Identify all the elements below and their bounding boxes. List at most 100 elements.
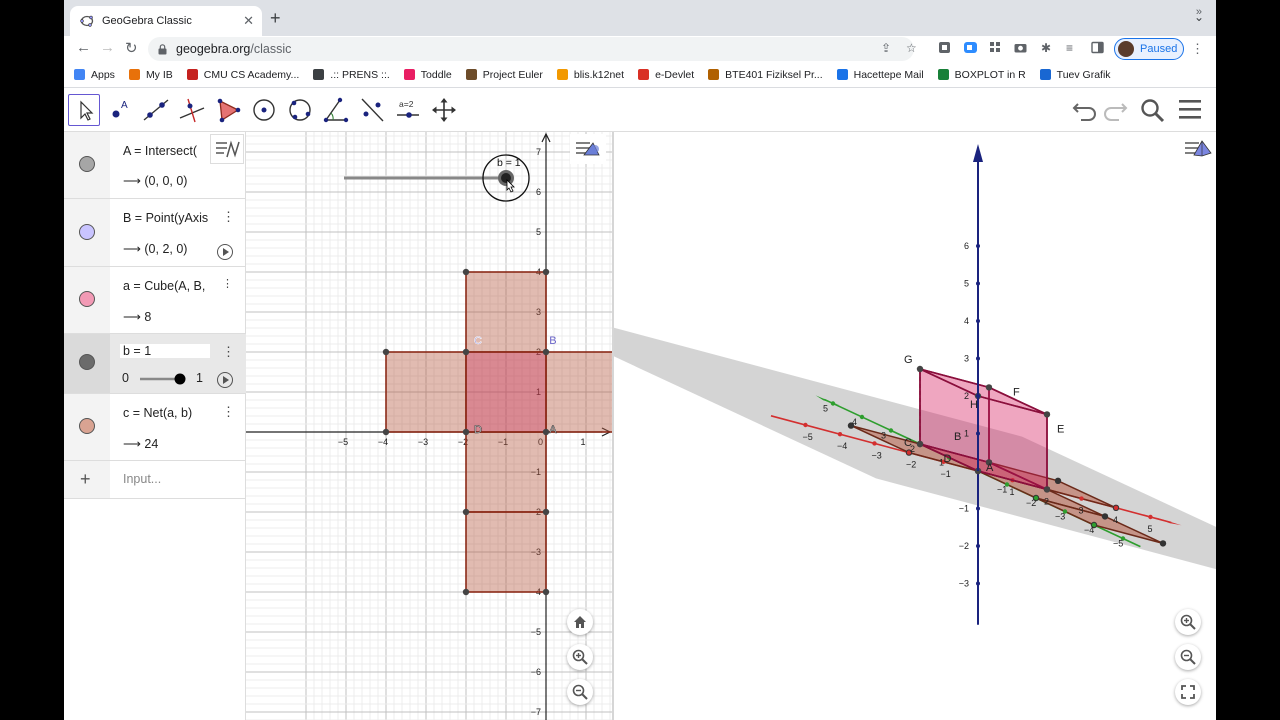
profile-paused-button[interactable]: Paused bbox=[1114, 38, 1184, 60]
visibility-toggle[interactable] bbox=[64, 199, 110, 266]
zoom-extension-icon[interactable] bbox=[964, 41, 977, 54]
object-definition[interactable]: B = Point(yAxis bbox=[123, 211, 217, 225]
net-vertex bbox=[462, 268, 470, 276]
algebra-row-slider-b[interactable]: b = 1 ⋮ 0 1 bbox=[64, 334, 246, 394]
circle-three-points-tool-button[interactable] bbox=[284, 94, 316, 126]
more-options-icon[interactable]: ⋮ bbox=[222, 404, 235, 420]
zoom-out-3d-button[interactable] bbox=[1175, 644, 1201, 670]
search-icon[interactable] bbox=[1140, 98, 1166, 124]
algebra-input-row[interactable]: + Input... bbox=[64, 461, 246, 499]
share-icon[interactable]: ⇪ bbox=[881, 41, 891, 55]
graphics-view-2d[interactable]: −5−4−3−2−10127654321−1−2−3−4−5−6−7CBDAb … bbox=[246, 132, 657, 720]
forward-arrow-icon[interactable]: → bbox=[100, 39, 115, 56]
object-color-dot[interactable] bbox=[79, 156, 95, 172]
visibility-toggle[interactable] bbox=[64, 267, 110, 333]
zoom-out-icon bbox=[1180, 649, 1196, 665]
x-tick-label: −3 bbox=[418, 437, 428, 447]
bookmark-item[interactable]: Toddle bbox=[403, 68, 452, 81]
object-color-dot[interactable] bbox=[79, 224, 95, 240]
graphics-3d-canvas[interactable]: −5−4−3−2−112345−5−4−3−2−112345654321−1−2… bbox=[614, 132, 1216, 720]
more-options-icon[interactable]: ⋮ bbox=[222, 277, 233, 290]
geogebra-favicon-icon bbox=[80, 15, 94, 27]
camera-extension-icon[interactable] bbox=[1014, 41, 1027, 54]
browser-menu-icon[interactable]: ⋮ bbox=[1191, 41, 1204, 57]
graphics-3d-style-bar-toggle[interactable] bbox=[1180, 134, 1216, 164]
algebra-slider[interactable] bbox=[138, 372, 188, 386]
side-panel-icon[interactable] bbox=[1091, 41, 1104, 54]
new-tab-icon[interactable]: + bbox=[270, 8, 281, 29]
standard-view-button[interactable] bbox=[567, 609, 593, 635]
x-tick-mark-3d bbox=[803, 422, 808, 428]
bookmark-item[interactable]: CMU CS Academy... bbox=[186, 69, 299, 81]
algebra-style-toggle-button[interactable] bbox=[210, 134, 244, 164]
bookmark-item[interactable]: Project Euler bbox=[465, 69, 543, 81]
add-object-area[interactable]: + bbox=[64, 461, 110, 498]
input-field[interactable]: Input... bbox=[123, 472, 235, 486]
bookmark-label: Tuev Grafik bbox=[1056, 68, 1111, 81]
object-definition[interactable]: b = 1 bbox=[120, 344, 210, 358]
z-tick-label-3d: −3 bbox=[959, 579, 969, 589]
visibility-toggle[interactable] bbox=[64, 132, 110, 198]
object-color-dot[interactable] bbox=[79, 354, 95, 370]
back-arrow-icon[interactable]: ← bbox=[76, 39, 91, 56]
bookmark-item[interactable]: blis.k12net bbox=[556, 69, 624, 81]
object-color-dot[interactable] bbox=[79, 291, 95, 307]
net-vertex bbox=[382, 428, 390, 436]
zoom-out-2d-button[interactable] bbox=[567, 679, 593, 705]
move-graphics-view-tool-button[interactable] bbox=[428, 94, 460, 126]
extension-grid-icon[interactable] bbox=[989, 41, 1002, 54]
bookmark-item[interactable]: e-Devlet bbox=[638, 69, 694, 81]
bookmark-item[interactable]: BTE401 Fiziksel Pr... bbox=[708, 69, 823, 81]
slider-tool-button[interactable]: a=2 bbox=[392, 94, 424, 126]
browser-tab[interactable]: GeoGebra Classic ✕ bbox=[70, 6, 262, 36]
algebra-row-B[interactable]: B = Point(yAxis ⋮ ⟶ (0, 2, 0) bbox=[64, 199, 246, 267]
algebra-row-c[interactable]: c = Net(a, b) ⋮ ⟶ 24 bbox=[64, 394, 246, 461]
reading-list-icon[interactable]: ≡ bbox=[1066, 41, 1073, 55]
point-tool-button[interactable]: A bbox=[104, 94, 136, 126]
algebra-row-a[interactable]: a = Cube(A, B, ⋮ ⟶ 8 bbox=[64, 267, 246, 334]
graphics-2d-canvas[interactable]: −5−4−3−2−10127654321−1−2−3−4−5−6−7CBDAb … bbox=[246, 132, 612, 720]
bookmark-item[interactable]: Tuev Grafik bbox=[1039, 68, 1111, 81]
object-definition[interactable]: c = Net(a, b) bbox=[123, 406, 217, 420]
x-tick-label-3d: 3 bbox=[1079, 506, 1084, 516]
circle-center-point-tool-button[interactable] bbox=[248, 94, 280, 126]
move-tool-button[interactable] bbox=[68, 94, 100, 126]
polygon-tool-button[interactable] bbox=[212, 94, 244, 126]
angle-tool-button[interactable] bbox=[320, 94, 352, 126]
bookmark-favicon-icon bbox=[836, 69, 848, 80]
reflect-tool-button[interactable] bbox=[356, 94, 388, 126]
bookmark-item[interactable]: .:: PRENS ::. bbox=[313, 69, 390, 81]
reload-icon[interactable]: ↻ bbox=[125, 39, 138, 57]
perpendicular-line-tool-button[interactable] bbox=[176, 94, 208, 126]
visibility-toggle[interactable] bbox=[64, 394, 110, 460]
play-animation-icon[interactable] bbox=[217, 372, 233, 388]
graphics-2d-style-bar-toggle[interactable] bbox=[570, 134, 606, 164]
object-definition[interactable]: a = Cube(A, B, bbox=[123, 279, 221, 293]
visibility-toggle[interactable] bbox=[64, 334, 110, 393]
redo-icon[interactable] bbox=[1102, 98, 1128, 122]
line-tool-button[interactable] bbox=[140, 94, 172, 126]
more-options-icon[interactable]: ⋮ bbox=[222, 344, 235, 360]
bookmark-label: Toddle bbox=[420, 68, 452, 81]
close-tab-icon[interactable]: ✕ bbox=[243, 13, 254, 29]
bookmark-item[interactable]: Apps bbox=[74, 69, 115, 81]
plus-icon[interactable]: + bbox=[80, 469, 91, 490]
zoom-in-2d-button[interactable] bbox=[567, 644, 593, 670]
undo-icon[interactable] bbox=[1072, 98, 1098, 122]
y-tick-label: 6 bbox=[536, 187, 541, 197]
more-options-icon[interactable]: ⋮ bbox=[222, 209, 235, 225]
hamburger-menu-icon[interactable] bbox=[1178, 98, 1202, 120]
bookmark-star-icon[interactable]: ☆ bbox=[906, 41, 917, 55]
fullscreen-button[interactable] bbox=[1175, 679, 1201, 705]
bookmark-item[interactable]: My IB bbox=[128, 69, 173, 81]
graphics-view-3d[interactable]: −5 −4 −3 −2 −1 1 2 3 4 5 −5 −4 −3 −2 −1 1 2 3 4 5 6 5 4 3 2 1 −1 −2… bbox=[614, 132, 1216, 720]
object-color-dot[interactable] bbox=[79, 418, 95, 434]
extensions-puzzle-icon[interactable]: ✱ bbox=[1041, 41, 1051, 55]
bookmarks-overflow-icon[interactable]: » bbox=[1196, 6, 1202, 18]
bookmark-item[interactable]: BOXPLOT in R bbox=[937, 69, 1026, 81]
play-animation-icon[interactable] bbox=[217, 244, 233, 260]
extension-1-icon[interactable] bbox=[938, 41, 951, 54]
address-bar[interactable]: geogebra.org/classic bbox=[148, 37, 914, 61]
bookmark-item[interactable]: Hacettepe Mail bbox=[836, 69, 924, 81]
zoom-in-3d-button[interactable] bbox=[1175, 609, 1201, 635]
